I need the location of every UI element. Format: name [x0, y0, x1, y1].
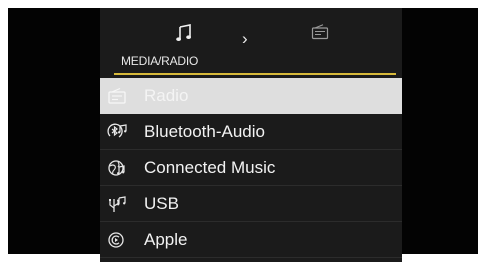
radio-icon[interactable] — [311, 24, 329, 40]
menu-item-label: Radio — [144, 86, 189, 105]
usb-audio-icon — [109, 196, 126, 212]
chevron-right-icon[interactable]: › — [242, 30, 248, 47]
menu-item-label: Connected Music — [144, 158, 276, 177]
header-underline — [114, 73, 396, 75]
menu-item-radio[interactable]: Radio — [100, 78, 402, 114]
music-note-icon[interactable] — [176, 24, 192, 42]
bluetooth-audio-icon — [107, 123, 127, 138]
menu-item-label: USB — [144, 194, 179, 213]
menu-item-label: Bluetooth-Audio — [144, 122, 265, 141]
page-title: MEDIA/RADIO — [121, 54, 199, 68]
radio-icon — [108, 87, 126, 104]
source-list: Radio Bluetooth-Audio Connected Music US… — [100, 78, 402, 258]
menu-item-label: Apple — [144, 230, 188, 249]
menu-item-bluetooth-audio[interactable]: Bluetooth-Audio — [100, 114, 402, 150]
media-menu-panel: › MEDIA/RADIO Radio Bluetooth-Audio Conn… — [100, 8, 402, 262]
menu-item-apple[interactable]: Apple — [100, 222, 402, 258]
apple-carplay-icon — [108, 232, 124, 248]
menu-item-usb[interactable]: USB — [100, 186, 402, 222]
connected-music-icon — [108, 160, 125, 176]
media-radio-header: › MEDIA/RADIO — [100, 8, 402, 78]
menu-item-connected-music[interactable]: Connected Music — [100, 150, 402, 186]
